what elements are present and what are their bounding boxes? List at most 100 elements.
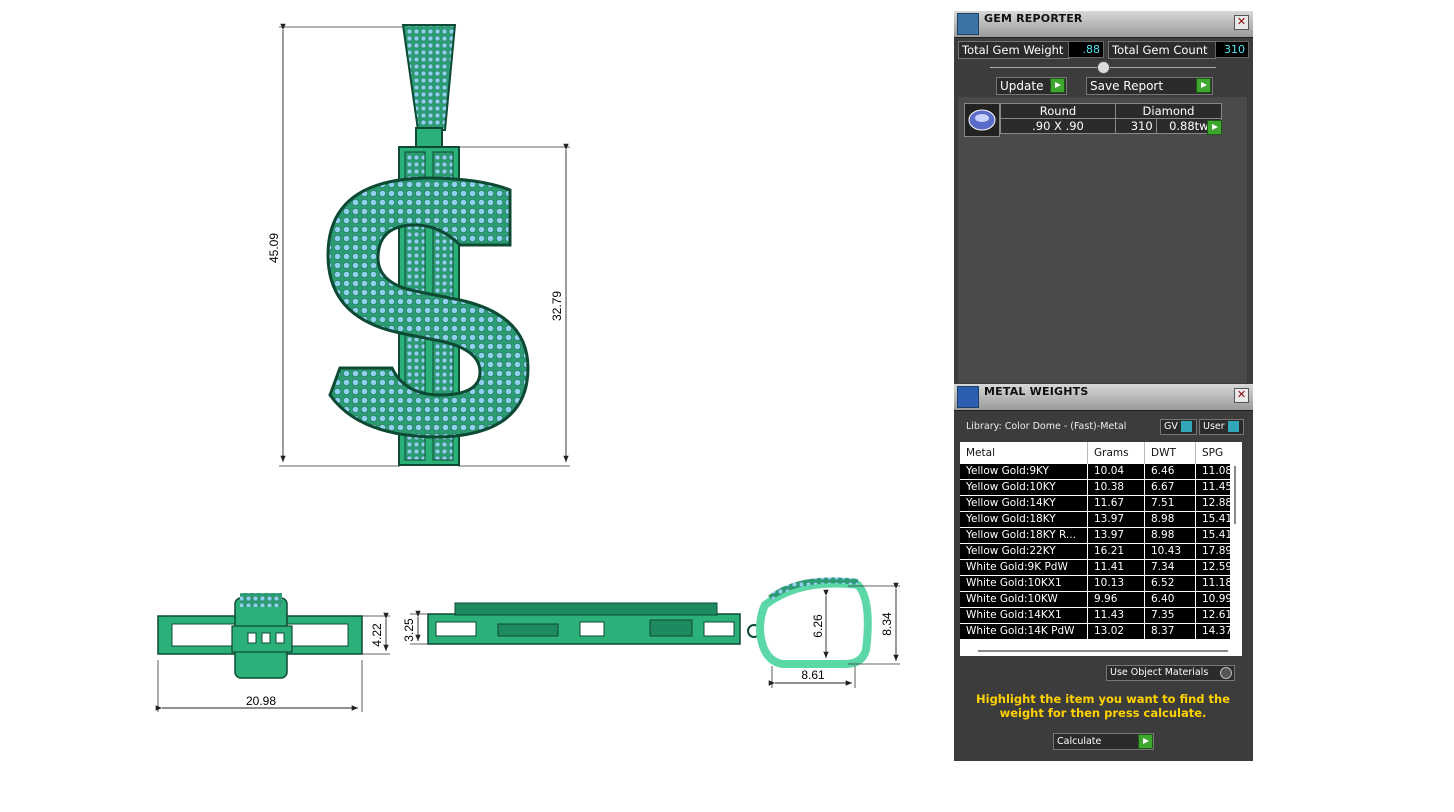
- col-grams[interactable]: Grams: [1087, 442, 1145, 464]
- scrollbar-thumb[interactable]: [1234, 466, 1236, 524]
- table-row[interactable]: White Gold:9K PdW 11.41 7.34 12.59: [960, 559, 1242, 576]
- col-spg[interactable]: SPG: [1195, 442, 1242, 464]
- close-icon[interactable]: ✕: [1234, 388, 1249, 403]
- metal-table-body: Yellow Gold:9KY 10.04 6.46 11.08 Yellow Gold…: [960, 464, 1242, 640]
- table-row[interactable]: White Gold:10KX1 10.13 6.52 11.18: [960, 575, 1242, 592]
- dim-bail-width: 8.61: [801, 668, 825, 682]
- user-toggle-icon[interactable]: [1228, 421, 1239, 432]
- table-cell: White Gold:14K PdW: [960, 623, 1088, 640]
- gem-count: 310: [1115, 118, 1157, 134]
- table-cell: Yellow Gold:22KY: [960, 543, 1088, 560]
- table-cell: 6.52: [1144, 575, 1196, 592]
- collapse-arrow-icon[interactable]: [1097, 61, 1110, 74]
- bail-view: 8.34 6.26 8.61: [755, 577, 900, 688]
- total-gem-weight-label: Total Gem Weight: [958, 41, 1070, 59]
- metal-table-header: Metal Grams DWT SPG: [960, 442, 1242, 464]
- table-cell: 13.97: [1087, 511, 1145, 528]
- dim-width: 20.98: [246, 694, 276, 708]
- table-cell: 10.13: [1087, 575, 1145, 592]
- update-play-icon[interactable]: [1050, 78, 1065, 93]
- table-cell: White Gold:10KX1: [960, 575, 1088, 592]
- close-icon[interactable]: ✕: [1234, 15, 1249, 30]
- total-gem-count-label: Total Gem Count: [1108, 41, 1216, 59]
- total-gem-weight-value: .88: [1068, 41, 1104, 58]
- hscroll-thumb[interactable]: [978, 650, 1228, 652]
- table-row[interactable]: Yellow Gold:10KY 10.38 6.67 11.45: [960, 479, 1242, 496]
- table-row[interactable]: Yellow Gold:18KY R... 13.97 8.98 15.41: [960, 527, 1242, 544]
- table-cell: 11.43: [1087, 607, 1145, 624]
- front-view: 45.09 32.79: [267, 23, 570, 467]
- use-object-materials-label: Use Object Materials: [1110, 667, 1209, 678]
- calculate-play-icon[interactable]: [1138, 734, 1153, 749]
- gem-row-table[interactable]: Round Diamond .90 X .90 310 0.88tw: [1000, 103, 1223, 134]
- table-row[interactable]: Yellow Gold:18KY 13.97 8.98 15.41: [960, 511, 1242, 528]
- gem-reporter-titlebar: GEM REPORTER ✕: [954, 11, 1253, 38]
- metal-weights-icon: [957, 386, 979, 408]
- dim-depth-side: 3.25: [402, 618, 416, 642]
- table-row[interactable]: Yellow Gold:22KY 16.21 10.43 17.89: [960, 543, 1242, 560]
- dim-bail-outer: 8.34: [880, 612, 894, 636]
- cad-viewport[interactable]: 45.09 32.79 20.98 4.22 3.25 8.34 6.26 8.…: [0, 0, 940, 808]
- table-cell: White Gold:10KW: [960, 591, 1088, 608]
- table-cell: 10.38: [1087, 479, 1145, 496]
- dim-total-height: 45.09: [267, 233, 281, 263]
- hint-text: Highlight the item you want to find the …: [976, 692, 1230, 720]
- metal-table[interactable]: Metal Grams DWT SPG Yellow Gold:9KY 10.04…: [960, 442, 1242, 640]
- save-play-icon[interactable]: [1196, 78, 1211, 93]
- table-cell: 6.67: [1144, 479, 1196, 496]
- table-cell: 8.98: [1144, 511, 1196, 528]
- table-cell: 11.67: [1087, 495, 1145, 512]
- gem-row-play-icon[interactable]: [1207, 120, 1222, 135]
- table-cell: Yellow Gold:18KY R...: [960, 527, 1088, 544]
- gem-size: .90 X .90: [1000, 118, 1116, 134]
- top-view: 20.98 4.22: [155, 593, 390, 712]
- gem-type: Diamond: [1115, 103, 1222, 119]
- table-row[interactable]: Yellow Gold:9KY 10.04 6.46 11.08: [960, 464, 1242, 480]
- gem-shape: Round: [1000, 103, 1116, 119]
- dim-depth-front: 4.22: [370, 623, 384, 647]
- gem-list: Round Diamond .90 X .90 310 0.88tw: [958, 97, 1247, 383]
- gem-thumbnail[interactable]: [964, 103, 1000, 137]
- gv-toggle-icon[interactable]: [1181, 421, 1192, 432]
- dim-body-height: 32.79: [550, 291, 564, 321]
- table-row[interactable]: White Gold:10KW 9.96 6.40 10.99: [960, 591, 1242, 608]
- table-cell: 7.35: [1144, 607, 1196, 624]
- metal-weights-title: METAL WEIGHTS: [984, 385, 1089, 398]
- update-label: Update: [1000, 79, 1044, 93]
- table-cell: 6.40: [1144, 591, 1196, 608]
- use-object-materials-radio-icon[interactable]: [1220, 667, 1232, 679]
- table-cell: 13.02: [1087, 623, 1145, 640]
- vertical-scrollbar[interactable]: [1230, 464, 1242, 646]
- table-cell: White Gold:14KX1: [960, 607, 1088, 624]
- col-dwt[interactable]: DWT: [1144, 442, 1196, 464]
- table-cell: 7.51: [1144, 495, 1196, 512]
- table-row[interactable]: Yellow Gold:14KY 11.67 7.51 12.88: [960, 495, 1242, 512]
- table-cell: 11.41: [1087, 559, 1145, 576]
- table-cell: 9.96: [1087, 591, 1145, 608]
- gem-reporter-panel: GEM REPORTER ✕ Total Gem Weight .88 Tota…: [954, 11, 1253, 385]
- metal-weights-titlebar: METAL WEIGHTS ✕: [954, 384, 1253, 411]
- metal-table-wrapper[interactable]: Metal Grams DWT SPG Yellow Gold:9KY 10.04…: [960, 442, 1242, 656]
- table-cell: 7.34: [1144, 559, 1196, 576]
- horizontal-scrollbar[interactable]: [960, 646, 1242, 656]
- use-object-materials-toggle[interactable]: Use Object Materials: [1106, 665, 1235, 681]
- round-gem-icon: [968, 109, 996, 131]
- table-cell: Yellow Gold:10KY: [960, 479, 1088, 496]
- table-cell: 10.43: [1144, 543, 1196, 560]
- table-cell: 8.98: [1144, 527, 1196, 544]
- table-cell: Yellow Gold:9KY: [960, 464, 1088, 480]
- save-report-button[interactable]: Save Report: [1086, 77, 1213, 95]
- col-metal[interactable]: Metal: [960, 442, 1088, 464]
- dim-bail-inner: 6.26: [811, 614, 825, 638]
- table-cell: 6.46: [1144, 464, 1196, 480]
- table-row[interactable]: White Gold:14K PdW 13.02 8.37 14.37: [960, 623, 1242, 640]
- table-cell: Yellow Gold:14KY: [960, 495, 1088, 512]
- user-label: User: [1203, 421, 1225, 432]
- table-cell: 16.21: [1087, 543, 1145, 560]
- library-label: Library: Color Dome - (Fast)-Metal: [966, 421, 1127, 432]
- table-cell: 8.37: [1144, 623, 1196, 640]
- metal-weights-panel: METAL WEIGHTS ✕ Library: Color Dome - (F…: [954, 384, 1253, 761]
- table-cell: White Gold:9K PdW: [960, 559, 1088, 576]
- table-row[interactable]: White Gold:14KX1 11.43 7.35 12.61: [960, 607, 1242, 624]
- table-cell: 10.04: [1087, 464, 1145, 480]
